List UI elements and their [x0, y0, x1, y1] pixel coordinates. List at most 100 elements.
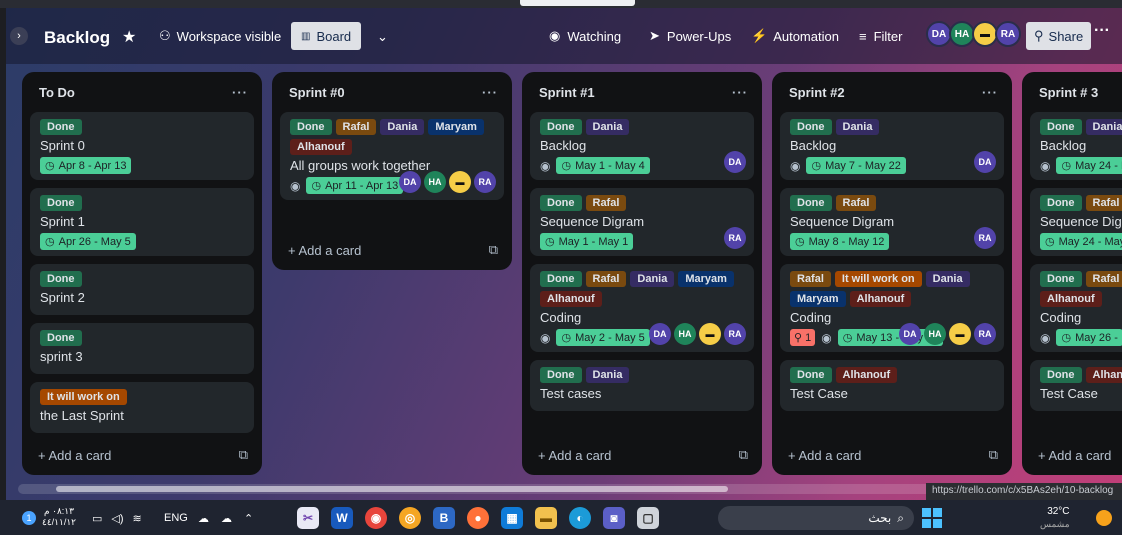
list-title[interactable]: Sprint # 3 [1039, 85, 1098, 100]
card-label[interactable]: Done [40, 195, 82, 211]
card-label[interactable]: Maryam [678, 271, 734, 287]
snipping-tool-icon[interactable]: ✂ [297, 507, 319, 529]
watching-button[interactable]: ◉ Watching [542, 21, 628, 51]
list-header[interactable]: To Do ··· [30, 72, 254, 112]
list-menu-icon[interactable]: ··· [232, 85, 248, 100]
card[interactable]: Done Sprint 1 ◷ Apr 26 - May 5 [30, 188, 254, 256]
member-avatar[interactable]: DA [899, 323, 921, 345]
list-menu-icon[interactable]: ··· [482, 85, 498, 100]
card-label[interactable]: Rafal [585, 195, 627, 211]
due-date-badge[interactable]: ◷ May 1 - May 1 [540, 233, 634, 250]
card-label[interactable]: Alhanouf [1040, 291, 1102, 307]
card-label[interactable]: Done [1040, 367, 1082, 383]
member-avatar[interactable]: HA [424, 171, 446, 193]
due-date-badge[interactable]: ◷ May 2 - May 5 [556, 329, 650, 346]
powerups-button[interactable]: ➤ Power-Ups [642, 21, 738, 51]
member-avatar[interactable]: ▬ [699, 323, 721, 345]
card[interactable]: DoneRafalMaryamAlhanouf Coding ◉ ◷May 26 - [1030, 264, 1122, 352]
member-avatar[interactable]: HA [674, 323, 696, 345]
google-icon[interactable]: ◎ [399, 507, 421, 529]
add-card-button[interactable]: + Add a card ⧉ [530, 435, 754, 475]
start-icon[interactable] [922, 508, 942, 528]
card-label[interactable]: Done [40, 330, 82, 346]
star-icon[interactable]: ★ [122, 27, 136, 47]
list-column[interactable]: Sprint # 3···DoneDaniaBacklog◉◷May 24 - … [1022, 72, 1122, 475]
template-icon[interactable]: ⧉ [489, 242, 498, 258]
member-avatar[interactable]: DA [649, 323, 671, 345]
card-label[interactable]: Done [40, 119, 82, 135]
member-avatar[interactable]: RA [974, 323, 996, 345]
notification-badge[interactable]: 1 [22, 508, 36, 528]
due-date-badge[interactable]: ◷ May 24 - May [1040, 233, 1122, 250]
browser-tab[interactable] [520, 0, 635, 6]
card[interactable]: DoneAlhanouf Test Case [780, 360, 1004, 411]
due-date-badge[interactable]: ◷ Apr 11 - Apr 13 [306, 177, 404, 194]
card-label[interactable]: Done [790, 367, 832, 383]
window-icon[interactable]: ▢ [637, 507, 659, 529]
card-label[interactable]: Dania [925, 271, 970, 287]
board-title[interactable]: Backlog [44, 28, 110, 48]
card-label[interactable]: Dania [835, 119, 880, 135]
member-avatar[interactable]: DA [399, 171, 421, 193]
member-avatar[interactable]: DA [724, 151, 746, 173]
system-tray[interactable]: ▭ ◁) ≋ [92, 508, 142, 528]
list-column[interactable]: Sprint #2 ··· Done Dania Backlog ◉ ◷ May 7 - Ma… [772, 72, 1012, 475]
list-header[interactable]: Sprint #0 ··· [280, 72, 504, 112]
list-menu-icon[interactable]: ··· [982, 85, 998, 100]
board-view-button[interactable]: ▥ Board [291, 22, 362, 50]
automation-button[interactable]: ⚡ Automation [744, 21, 846, 51]
sidebar-toggle-icon[interactable]: › [10, 27, 28, 45]
card-label[interactable]: Rafal [335, 119, 377, 135]
member-avatar[interactable]: RA [724, 323, 746, 345]
card-label[interactable]: Alhanouf [290, 139, 352, 155]
card-label[interactable]: Done [290, 119, 332, 135]
add-card-button[interactable]: + Add a card ⧉ [30, 435, 254, 475]
due-date-badge[interactable]: ◷ May 1 - May 4 [556, 157, 650, 174]
store-icon[interactable]: ▦ [501, 507, 523, 529]
language-indicator[interactable]: ENG [164, 508, 188, 528]
card[interactable]: Done Dania Test cases [530, 360, 754, 411]
card[interactable]: Rafal It will work on Dania Maryam Alhanouf C… [780, 264, 1004, 352]
card[interactable]: Done Dania Backlog ◉ ◷ May 7 - May 22 DA [780, 112, 1004, 180]
list-header[interactable]: Sprint #2 ··· [780, 72, 1004, 112]
card[interactable]: Done Sprint 0 ◷ Apr 8 - Apr 13 [30, 112, 254, 180]
card-label[interactable]: Rafal [585, 271, 627, 287]
list-header[interactable]: Sprint #1 ··· [530, 72, 754, 112]
card[interactable]: It will work on the Last Sprint [30, 382, 254, 433]
due-date-badge[interactable]: ◷ Apr 8 - Apr 13 [40, 157, 132, 174]
due-date-badge[interactable]: ◷ Apr 26 - May 5 [40, 233, 136, 250]
card-label[interactable]: Alhanouf [835, 367, 898, 383]
due-date-badge[interactable]: ◷ May 8 - May 12 [790, 233, 890, 250]
edge-icon[interactable]: ◐ [569, 507, 591, 529]
scrollbar-thumb[interactable] [56, 486, 728, 492]
member-avatar[interactable]: RA [974, 227, 996, 249]
card[interactable]: Done Rafal Sequence Digram ◷ May 8 - May 12 R… [780, 188, 1004, 256]
due-date-badge[interactable]: ◷May 24 - May 2 [1056, 157, 1122, 174]
clock[interactable]: ٠٨:١٣ م ٤٤/١١/١٢ [42, 506, 76, 527]
visibility-button[interactable]: ⚇ Workspace visible [152, 21, 288, 51]
member-avatar[interactable]: HA [924, 323, 946, 345]
teams-icon[interactable]: ◙ [603, 507, 625, 529]
card-label[interactable]: Rafal [835, 195, 877, 211]
member-avatar[interactable]: RA [724, 227, 746, 249]
card-label[interactable]: Done [1040, 271, 1082, 287]
add-card-button[interactable]: + Add a card ⧉ [280, 230, 504, 270]
card[interactable]: Done Rafal Sequence Digram ◷ May 1 - May 1 RA [530, 188, 754, 256]
member-avatar[interactable]: ▬ [449, 171, 471, 193]
card-label[interactable]: Dania [585, 119, 630, 135]
card-label[interactable]: Rafal [790, 271, 831, 287]
filter-button[interactable]: ≡ Filter [852, 21, 909, 51]
list-menu-icon[interactable]: ··· [732, 85, 748, 100]
member-avatar[interactable]: ▬ [949, 323, 971, 345]
card-label[interactable]: Done [540, 271, 582, 287]
card-label[interactable]: Alhanouf [849, 291, 912, 307]
member-avatar[interactable]: RA [474, 171, 496, 193]
template-icon[interactable]: ⧉ [239, 447, 248, 463]
card-label[interactable]: Dania [630, 271, 675, 287]
card-label[interactable]: Dania [1085, 119, 1122, 135]
due-date-badge[interactable]: ◷ May 7 - May 22 [806, 157, 906, 174]
card-label[interactable]: Done [540, 367, 582, 383]
list-column[interactable]: To Do ··· Done Sprint 0 ◷ Apr 8 - Apr 13 Done S… [22, 72, 262, 475]
card[interactable]: DoneRafal Sequence Digram ◷May 24 - May [1030, 188, 1122, 256]
taskbar-search[interactable]: بحث ⌕ [718, 506, 914, 530]
